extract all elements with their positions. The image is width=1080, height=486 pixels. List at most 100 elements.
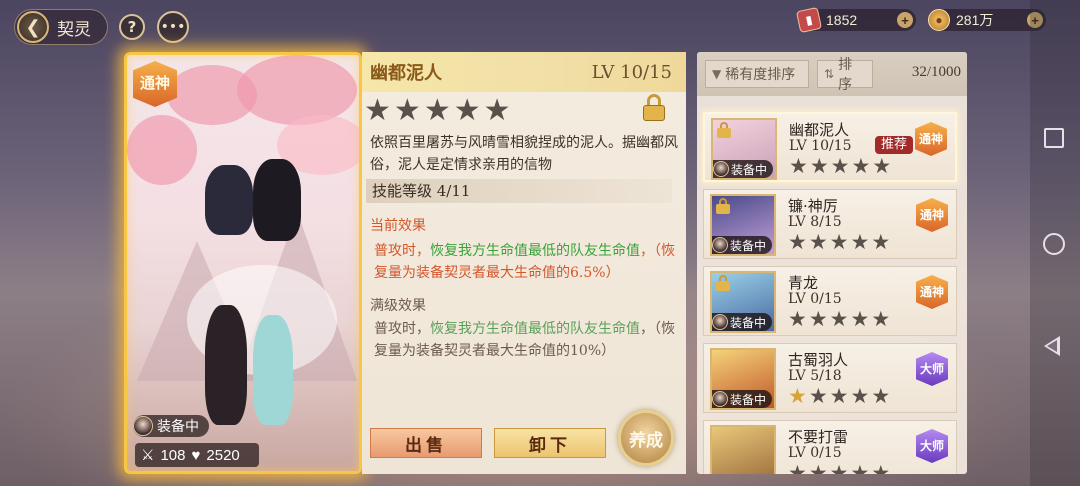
hp-value: 2520 [206, 446, 240, 464]
add-ticket-button[interactable]: + [897, 12, 913, 28]
chevron-down-icon: ▼ [712, 67, 722, 81]
avatar [133, 416, 153, 436]
sword-icon: ⚔ [141, 447, 155, 464]
star-icon: ★ [830, 154, 850, 178]
help-button[interactable]: ? [119, 14, 145, 40]
item-level: LV 10/15 [789, 138, 852, 154]
star-rating: ★ ★ ★ ★ ★ [789, 156, 891, 177]
detail-header: 幽都泥人 LV 10/15 [362, 52, 686, 92]
tier-badge: 通神 [916, 275, 948, 309]
item-name: 不要打雷 [788, 428, 849, 446]
recommend-badge: 推荐 [875, 136, 914, 154]
avatar [713, 161, 729, 177]
star-rating: ★ ★ ★ ★ ★ [788, 309, 890, 330]
avatar [712, 237, 728, 253]
star-icon: ★ [808, 230, 828, 254]
star-icon: ★ [788, 307, 807, 331]
current-effect-title: 当前效果 [370, 218, 426, 234]
spirit-level: LV 10/15 [591, 61, 672, 83]
system-nav-bar [1030, 0, 1080, 486]
spirit-thumbnail: 装备中 [711, 118, 777, 180]
star-icon: ★ [829, 230, 849, 254]
recents-button[interactable] [1044, 128, 1064, 148]
lock-icon [716, 198, 730, 214]
item-level: LV 8/15 [788, 214, 842, 230]
max-effect-title: 满级效果 [370, 298, 426, 314]
spirit-list-panel: ▼ 稀有度排序 ⇅ 排序 32/1000 装备中 幽都泥人 LV 10/15 推荐 ★ ★… [697, 52, 967, 474]
tier-badge: 大师 [916, 429, 948, 463]
home-button[interactable] [1043, 233, 1065, 255]
unequip-button[interactable]: 卸下 [494, 428, 606, 458]
equipped-badge: 装备中 [133, 415, 209, 437]
star-icon: ★ [829, 384, 849, 408]
tier-badge: 通神 [916, 198, 948, 232]
star-icon: ★ [788, 461, 807, 475]
skill-level: 技能等级 4/11 [366, 179, 672, 203]
list-item[interactable]: 装备中 镰·神厉 LV 8/15 ★ ★ ★ ★ ★ 通神 [703, 189, 957, 259]
item-name: 古蜀羽人 [788, 351, 849, 369]
star-rating: ★ ★ ★ ★ ★ [788, 461, 891, 475]
page-title: 契灵 [57, 19, 91, 40]
tier-badge: 大师 [916, 352, 948, 386]
star-rating: ★ ★ ★ ★ ★ [788, 232, 890, 253]
heart-icon: ♥ [191, 446, 201, 464]
item-name: 幽都泥人 [789, 121, 850, 139]
gold-resource: ● 281万 + [928, 9, 1046, 31]
star-icon: ★ [453, 93, 481, 128]
item-name: 青龙 [788, 274, 819, 292]
train-button[interactable]: 养成 [618, 410, 674, 466]
spirit-thumbnail: 装备中 [710, 194, 776, 256]
character-figure [205, 305, 247, 425]
star-icon: ★ [788, 384, 807, 408]
spirit-thumbnail: 装备中 [710, 271, 776, 333]
item-name: 镰·神厉 [788, 197, 838, 215]
star-icon: ★ [808, 461, 828, 475]
star-icon: ★ [808, 307, 828, 331]
blossom-cluster [127, 115, 197, 185]
blossom-cluster [237, 55, 357, 125]
chevron-left-icon: ❮ [17, 11, 49, 43]
star-icon: ★ [850, 307, 870, 331]
star-icon: ★ [871, 461, 891, 475]
ticket-resource: ▮ 1852 + [795, 6, 916, 34]
coin-icon: ● [928, 9, 950, 31]
list-item[interactable]: 装备中 古蜀羽人 LV 5/18 ★ ★ ★ ★ ★ 大师 [703, 343, 957, 413]
spirit-count: 32/1000 [911, 64, 961, 80]
equipped-badge: 装备中 [713, 160, 774, 178]
avatar [712, 314, 728, 330]
item-level: LV 0/15 [788, 445, 842, 461]
sort-order-button[interactable]: ⇅ 排序 [817, 57, 873, 93]
list-item[interactable]: 装备中 青龙 LV 0/15 ★ ★ ★ ★ ★ 通神 [703, 266, 957, 336]
system-back-button[interactable] [1044, 336, 1060, 356]
star-icon: ★ [788, 230, 807, 254]
star-icon: ★ [871, 230, 891, 254]
back-button[interactable]: ❮ 契灵 [14, 9, 108, 45]
lock-icon[interactable] [642, 94, 666, 122]
list-item[interactable]: 不要打雷 LV 0/15 ★ ★ ★ ★ ★ 大师 [703, 420, 957, 474]
star-icon: ★ [829, 307, 849, 331]
ticket-icon: ▮ [795, 6, 823, 34]
star-icon: ★ [872, 154, 892, 178]
clay-doll-figure [205, 165, 253, 235]
chat-bubble-icon[interactable]: ••• [157, 11, 189, 43]
lock-icon [717, 122, 731, 138]
sort-icon: ⇅ [824, 67, 835, 81]
star-icon: ★ [809, 154, 829, 178]
card-stats: ⚔ 108 ♥ 2520 [135, 443, 259, 467]
sort-rarity-button[interactable]: ▼ 稀有度排序 [705, 60, 809, 88]
list-item[interactable]: 装备中 幽都泥人 LV 10/15 推荐 ★ ★ ★ ★ ★ 通神 [703, 112, 957, 182]
attack-value: 108 [160, 446, 186, 464]
star-icon: ★ [789, 154, 808, 178]
equipped-badge: 装备中 [712, 390, 773, 408]
spirit-thumbnail: 装备中 [710, 348, 776, 410]
detail-panel: 幽都泥人 LV 10/15 ★ ★ ★ ★ ★ 依照百里屠苏与风晴雪相貌捏成的泥人。据幽… [362, 52, 686, 474]
star-icon: ★ [829, 461, 849, 475]
star-icon: ★ [851, 154, 871, 178]
equipped-label: 装备中 [730, 238, 767, 253]
equipped-label: 装备中 [731, 162, 768, 177]
star-icon: ★ [871, 307, 891, 331]
equipped-badge: 装备中 [712, 313, 773, 331]
lock-icon [716, 275, 730, 291]
item-level: LV 5/18 [788, 368, 842, 384]
sell-button[interactable]: 出售 [370, 428, 482, 458]
